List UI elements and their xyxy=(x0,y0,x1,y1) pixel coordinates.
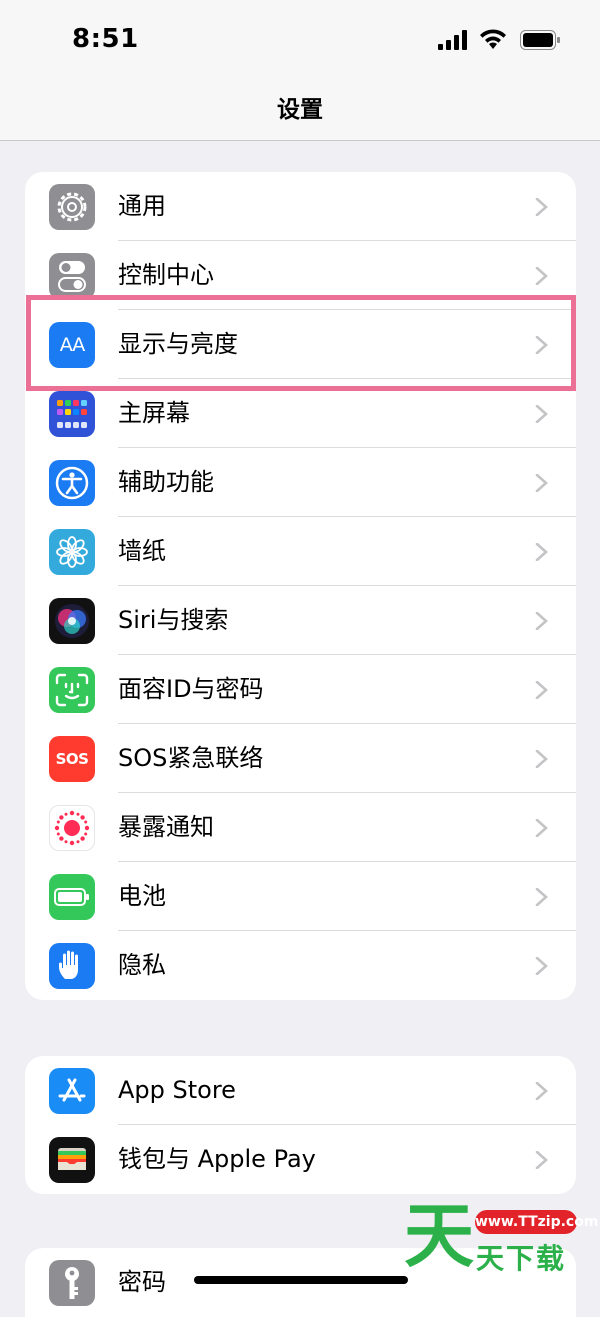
cellular-signal-icon xyxy=(438,30,467,50)
settings-row-home-screen[interactable]: 主屏幕 xyxy=(25,379,576,448)
row-label: 电池 xyxy=(118,882,166,910)
chevron-right-icon xyxy=(535,543,548,561)
wifi-icon xyxy=(480,29,506,49)
chevron-right-icon xyxy=(535,612,548,630)
chevron-right-icon xyxy=(535,750,548,768)
row-label: 密码 xyxy=(118,1268,166,1296)
exposure-icon xyxy=(49,805,95,851)
chevron-right-icon xyxy=(535,819,548,837)
settings-row-emergency-sos[interactable]: SOS SOS紧急联络 xyxy=(25,724,576,793)
settings-row-siri-search[interactable]: Siri与搜索 xyxy=(25,586,576,655)
key-icon xyxy=(49,1260,95,1306)
navigation-bar: 8:51 设置 xyxy=(0,0,600,141)
hand-icon xyxy=(49,943,95,989)
sos-icon: SOS xyxy=(49,736,95,782)
chevron-right-icon xyxy=(535,405,548,423)
watermark-url: www.TTzip.com xyxy=(475,1210,598,1234)
row-label: 墙纸 xyxy=(118,537,166,565)
switches-icon xyxy=(49,253,95,299)
chevron-right-icon xyxy=(535,474,548,492)
watermark-big-char: 天 xyxy=(404,1195,474,1277)
watermark-logo: 天 www.TTzip.com 天下载 xyxy=(404,1196,598,1282)
home-grid-icon xyxy=(49,391,95,437)
settings-row-battery[interactable]: 电池 xyxy=(25,862,576,931)
status-time: 8:51 xyxy=(72,24,139,54)
row-label: 辅助功能 xyxy=(118,468,214,496)
row-label: 主屏幕 xyxy=(118,399,190,427)
icon-glyph: AA xyxy=(59,334,86,356)
battery-icon xyxy=(49,874,95,920)
row-label: 钱包与 Apple Pay xyxy=(118,1145,316,1173)
row-label: 通用 xyxy=(118,192,166,220)
row-label: 显示与亮度 xyxy=(118,330,238,358)
chevron-right-icon xyxy=(535,888,548,906)
settings-row-accessibility[interactable]: 辅助功能 xyxy=(25,448,576,517)
chevron-right-icon xyxy=(535,1082,548,1100)
home-indicator[interactable] xyxy=(194,1276,408,1284)
row-label: Siri与搜索 xyxy=(118,606,229,634)
page-title: 设置 xyxy=(277,97,323,123)
flower-icon xyxy=(49,529,95,575)
chevron-right-icon xyxy=(535,957,548,975)
row-label: 面容ID与密码 xyxy=(118,675,264,703)
settings-group-main: 通用 控制中心 AA 显示与亮度 主屏幕 辅助功能 墙纸 Siri与搜索 面容I… xyxy=(25,172,576,1000)
settings-row-face-id[interactable]: 面容ID与密码 xyxy=(25,655,576,724)
chevron-right-icon xyxy=(535,336,548,354)
chevron-right-icon xyxy=(535,681,548,699)
row-label: 暴露通知 xyxy=(118,813,214,841)
row-label: SOS紧急联络 xyxy=(118,744,264,772)
settings-row-control-center[interactable]: 控制中心 xyxy=(25,241,576,310)
row-label: App Store xyxy=(118,1076,236,1104)
text-size-icon: AA xyxy=(49,322,95,368)
row-label: 控制中心 xyxy=(118,261,214,289)
chevron-right-icon xyxy=(535,1151,548,1169)
settings-row-app-store[interactable]: App Store xyxy=(25,1056,576,1125)
accessibility-icon xyxy=(49,460,95,506)
status-bar: 8:51 xyxy=(0,0,600,80)
settings-row-wallet-apple-pay[interactable]: 钱包与 Apple Pay xyxy=(25,1125,576,1194)
settings-row-privacy[interactable]: 隐私 xyxy=(25,931,576,1000)
icon-glyph: SOS xyxy=(55,750,89,768)
settings-row-wallpaper[interactable]: 墙纸 xyxy=(25,517,576,586)
siri-icon xyxy=(49,598,95,644)
settings-row-general[interactable]: 通用 xyxy=(25,172,576,241)
row-label: 隐私 xyxy=(118,951,166,979)
battery-status-icon xyxy=(520,30,560,50)
watermark-text: 天下载 xyxy=(476,1242,567,1275)
app-store-icon xyxy=(49,1068,95,1114)
chevron-right-icon xyxy=(535,198,548,216)
gear-icon xyxy=(49,184,95,230)
chevron-right-icon xyxy=(535,267,548,285)
settings-row-display-brightness[interactable]: AA 显示与亮度 xyxy=(25,310,576,379)
settings-row-exposure-notifications[interactable]: 暴露通知 xyxy=(25,793,576,862)
face-id-icon xyxy=(49,667,95,713)
wallet-icon xyxy=(49,1137,95,1183)
settings-group-store: App Store 钱包与 Apple Pay xyxy=(25,1056,576,1194)
